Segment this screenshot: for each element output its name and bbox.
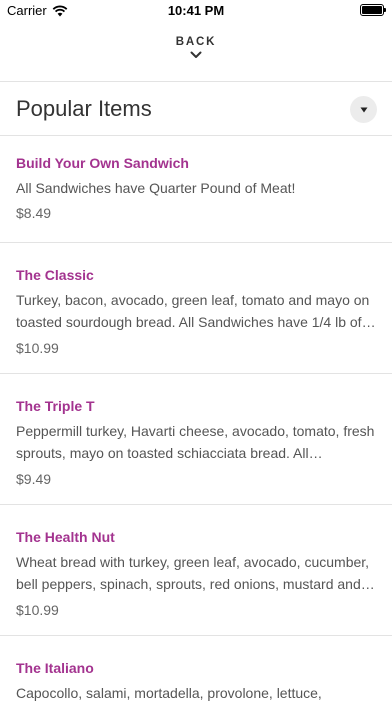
section-toggle-button[interactable] bbox=[350, 96, 377, 123]
item-description: Wheat bread with turkey, green leaf, avo… bbox=[16, 554, 375, 592]
item-description: Turkey, bacon, avocado, green leaf, toma… bbox=[16, 292, 376, 330]
section-title: Popular Items bbox=[16, 96, 152, 121]
caret-down-icon bbox=[360, 107, 367, 112]
status-bar: Carrier 10:41 PM bbox=[0, 0, 392, 22]
item-name: Build Your Own Sandwich bbox=[16, 155, 189, 171]
item-name: The Italiano bbox=[16, 660, 94, 676]
menu-item[interactable]: The Health Nut Wheat bread with turkey, … bbox=[0, 505, 392, 636]
item-name: The Triple T bbox=[16, 398, 95, 414]
menu-item[interactable]: The Classic Turkey, bacon, avocado, gree… bbox=[0, 243, 392, 374]
chevron-down-icon bbox=[190, 51, 202, 58]
item-name: The Health Nut bbox=[16, 529, 115, 545]
item-name: The Classic bbox=[16, 267, 94, 283]
back-label: BACK bbox=[175, 36, 217, 48]
item-description: Capocollo, salami, mortadella, provolone… bbox=[16, 685, 322, 701]
item-price: $8.49 bbox=[16, 205, 52, 221]
battery-group bbox=[360, 4, 386, 16]
menu-item-list: Build Your Own Sandwich All Sandwiches h… bbox=[0, 136, 392, 706]
item-price: $10.99 bbox=[16, 602, 59, 618]
section-header: Popular Items bbox=[0, 82, 392, 136]
item-price: $10.99 bbox=[16, 340, 59, 356]
item-description: Peppermill turkey, Havarti cheese, avoca… bbox=[16, 423, 375, 461]
menu-item[interactable]: The Triple T Peppermill turkey, Havarti … bbox=[0, 374, 392, 505]
back-button[interactable]: BACK bbox=[0, 36, 392, 72]
battery-icon bbox=[360, 4, 386, 16]
menu-item[interactable]: Build Your Own Sandwich All Sandwiches h… bbox=[0, 136, 392, 243]
item-price: $9.49 bbox=[16, 471, 52, 487]
status-time: 10:41 PM bbox=[167, 3, 225, 18]
item-description: All Sandwiches have Quarter Pound of Mea… bbox=[16, 180, 296, 196]
